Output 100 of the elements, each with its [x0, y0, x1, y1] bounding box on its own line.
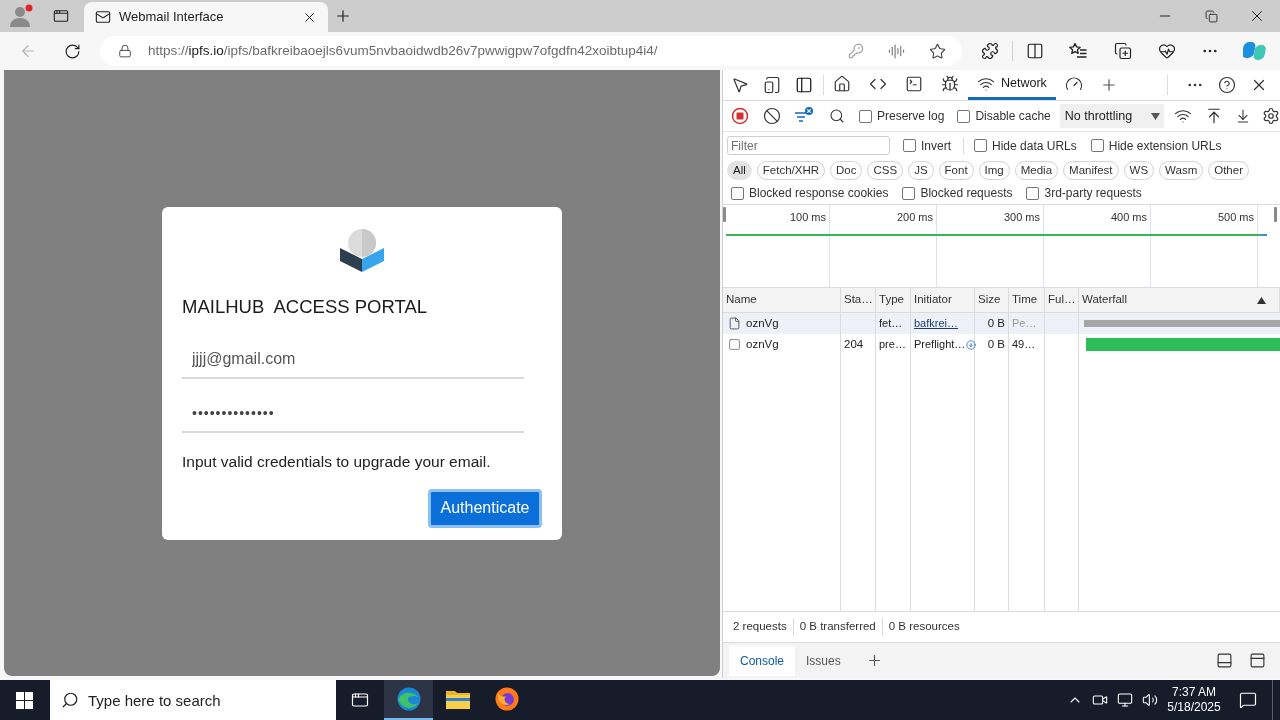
table-cell-text: pre… — [879, 337, 906, 353]
filter-field[interactable]: Filter — [727, 136, 890, 155]
checkbox[interactable] — [903, 139, 916, 152]
reload-icon[interactable] — [63, 42, 81, 60]
dock-bottom-icon[interactable] — [1216, 652, 1233, 669]
type-filter-chip[interactable]: Img — [978, 160, 1010, 180]
camera-icon[interactable] — [1092, 692, 1108, 708]
volume-icon[interactable] — [1142, 692, 1158, 708]
clear-icon[interactable] — [763, 107, 781, 125]
terminal-icon — [905, 74, 923, 93]
caret-icon — [1150, 112, 1160, 120]
checkbox[interactable] — [957, 109, 971, 123]
mail-icon[interactable] — [95, 9, 111, 25]
table-cell-text: 204 — [844, 336, 864, 352]
assistant-logo-icon[interactable] — [1243, 39, 1267, 63]
window-icon[interactable] — [53, 8, 69, 24]
taskbar-app[interactable] — [384, 680, 433, 720]
url-text: https://ipfs.io/ipfs/bafkreibaoejls6vum5nvbaoidwdb26v7pwwigpw7ofgdfn42xoibtup4i4/ — [148, 41, 658, 60]
new-tab-icon[interactable] — [334, 7, 352, 25]
split-screen-icon[interactable] — [1026, 42, 1044, 60]
drawer-tab[interactable]: Console — [729, 645, 796, 676]
search-field[interactable]: Type here to search — [50, 680, 336, 720]
sort-arrow-icon[interactable] — [1257, 296, 1266, 304]
star-list-icon[interactable] — [1069, 42, 1087, 60]
initiator-link[interactable]: bafkrei… — [914, 315, 959, 332]
profile-icon[interactable] — [9, 4, 35, 28]
column-header[interactable]: Waterfall — [1082, 291, 1127, 309]
filter-icon[interactable] — [794, 107, 814, 125]
type-filter-chip[interactable]: Font — [938, 160, 974, 180]
tick-label: 200 ms — [896, 210, 933, 223]
checkbox-label: Hide extension URLs — [1108, 137, 1222, 155]
record-icon[interactable] — [731, 107, 749, 125]
table-cell-text: 0 B — [987, 315, 1005, 331]
restore-icon[interactable] — [1204, 9, 1218, 23]
type-filter-chip[interactable]: JS — [908, 160, 934, 180]
type-filter-chip[interactable]: All — [727, 160, 752, 180]
column-header[interactable]: Sta… — [844, 291, 873, 309]
globe-browser-icon — [494, 687, 519, 711]
column-header[interactable]: Size — [978, 291, 1001, 309]
collections-icon[interactable] — [1114, 42, 1132, 60]
type-filter-chip[interactable]: Doc — [830, 160, 863, 180]
table-cell-text: oznVg — [746, 315, 779, 331]
table-cell-text: Preflight… — [914, 337, 966, 353]
dock-icon[interactable] — [795, 76, 813, 94]
status-text: 2 requests — [733, 619, 787, 635]
column-header[interactable]: Time — [1012, 291, 1038, 309]
checkbox-label: 3rd-party requests — [1044, 185, 1142, 202]
key-icon[interactable] — [848, 43, 864, 59]
start-icon[interactable] — [15, 691, 33, 709]
checkbox[interactable] — [902, 186, 916, 200]
puzzle-icon[interactable] — [981, 42, 999, 60]
clock-date: 5/18/2025 — [1167, 700, 1221, 715]
browser-icon — [396, 687, 421, 711]
drawer-tab[interactable]: Issues — [795, 645, 852, 676]
authenticate-button[interactable]: Authenticate — [428, 488, 542, 528]
response-timeline-bar — [1261, 234, 1267, 236]
table-cell-text: 0 B — [987, 336, 1005, 352]
portal-title: MAILHUB ACCESS PORTAL — [182, 294, 429, 319]
type-filter-chip[interactable]: Wasm — [1159, 160, 1204, 180]
column-header[interactable]: Name — [726, 291, 757, 309]
type-filter-chip[interactable]: Media — [1014, 160, 1059, 180]
type-filter-chip[interactable]: WS — [1123, 160, 1155, 180]
monitor-icon[interactable] — [1117, 692, 1133, 708]
column-header[interactable]: Ful… — [1048, 291, 1076, 309]
column-header[interactable]: Type — [879, 291, 904, 309]
lock-icon[interactable] — [118, 44, 132, 58]
help-icon[interactable] — [1218, 76, 1236, 94]
type-filter-chip[interactable]: Fetch/XHR — [756, 160, 826, 180]
range-handle[interactable] — [1274, 207, 1277, 222]
tick-label: 500 ms — [1217, 210, 1254, 223]
arrow-circle-icon[interactable] — [966, 339, 977, 350]
star-icon[interactable] — [929, 42, 946, 60]
checkbox[interactable] — [1090, 139, 1104, 152]
device-icon[interactable] — [763, 76, 781, 94]
heart-pulse-icon[interactable] — [1158, 42, 1176, 60]
inspect-icon[interactable] — [731, 76, 749, 94]
type-filter-chip[interactable]: CSS — [867, 160, 904, 180]
checkbox-label: Disable cache — [975, 108, 1051, 125]
table-row[interactable]: oznVg fet… bafkrei… 0 B Pe… — [723, 313, 1280, 334]
task-view-icon[interactable] — [351, 691, 369, 709]
type-filter-chip[interactable]: Manifest — [1063, 160, 1119, 180]
notification-icon[interactable] — [1239, 691, 1257, 709]
checkbox-label: Invert — [921, 137, 951, 155]
checkbox[interactable] — [974, 139, 987, 152]
address-bar[interactable]: https://ipfs.io/ipfs/bafkreibaoejls6vum5nvbaoidwdb26v7pwwigpw7ofgdfn42xoibtup4i4/ — [100, 36, 962, 66]
type-filter-chip[interactable]: Other — [1208, 160, 1249, 180]
search-icon[interactable] — [829, 108, 845, 124]
throttling-select[interactable]: No throttling — [1059, 104, 1164, 128]
checkbox[interactable] — [1026, 186, 1040, 200]
settings-icon[interactable] — [1261, 107, 1280, 125]
audio-lines-icon[interactable] — [888, 42, 905, 60]
checkbox[interactable] — [731, 186, 744, 200]
browser-tab[interactable]: Webmail Interface — [84, 2, 328, 32]
range-handle[interactable] — [723, 207, 726, 222]
tick-label: 400 ms — [1110, 210, 1147, 223]
panel-icon[interactable] — [1249, 652, 1266, 669]
tick-label: 100 ms — [789, 210, 826, 223]
table-cell-text: fet… — [879, 316, 903, 332]
checkbox[interactable] — [859, 109, 872, 123]
column-header[interactable]: Initiator — [914, 291, 952, 309]
